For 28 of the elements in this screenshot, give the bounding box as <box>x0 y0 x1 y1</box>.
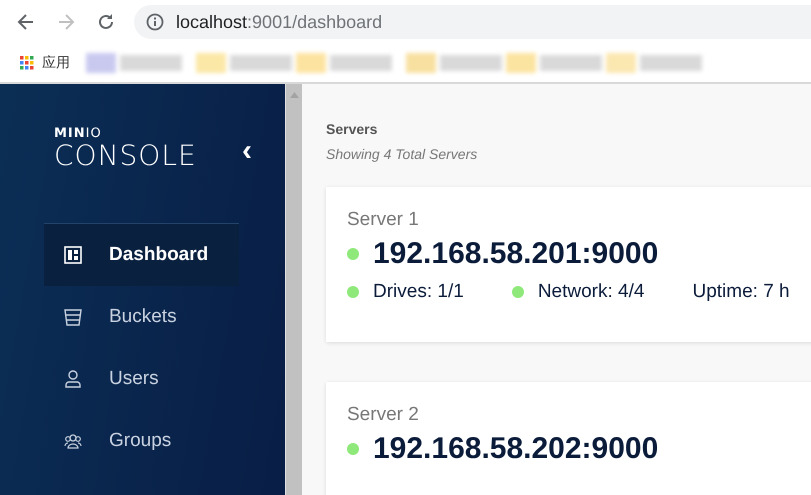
dashboard-icon <box>64 246 82 264</box>
apps-grid-icon <box>20 56 34 70</box>
server-name: Server 1 <box>347 209 420 231</box>
address-bar[interactable]: localhost:9001/dashboard <box>134 5 811 39</box>
stat-text: Network: 4/4 <box>538 281 644 303</box>
section-subtitle: Showing 4 Total Servers <box>326 146 478 162</box>
stat-text: Uptime: 7 h <box>692 281 790 303</box>
nav-item[interactable]: Users <box>44 348 239 410</box>
collapse-button[interactable]: ‹ <box>236 136 258 166</box>
stat-text: Drives: 1/1 <box>373 281 464 303</box>
user-icon <box>64 370 82 388</box>
section-title: Servers <box>326 121 378 137</box>
nav-item[interactable]: Groups <box>44 410 239 472</box>
reload-icon[interactable] <box>96 12 116 32</box>
bookmark-link[interactable]: 应用 <box>20 54 70 72</box>
nav-item[interactable]: Dashboard <box>44 224 239 286</box>
logo-small-text: MINIO <box>54 127 103 141</box>
info-icon[interactable] <box>146 13 164 31</box>
scrollbar[interactable] <box>285 84 302 495</box>
server-name: Server 2 <box>347 404 420 426</box>
server-address: 192.168.58.202:9000 <box>373 432 658 466</box>
logo-text: CONSOLE <box>54 141 198 171</box>
url-text: localhost:9001/dashboard <box>176 12 382 32</box>
back-icon[interactable] <box>16 12 36 32</box>
nav-item[interactable]: Buckets <box>44 286 239 348</box>
server-address: 192.168.58.201:9000 <box>373 237 658 271</box>
group-icon <box>64 432 82 450</box>
bucket-icon <box>64 308 82 326</box>
